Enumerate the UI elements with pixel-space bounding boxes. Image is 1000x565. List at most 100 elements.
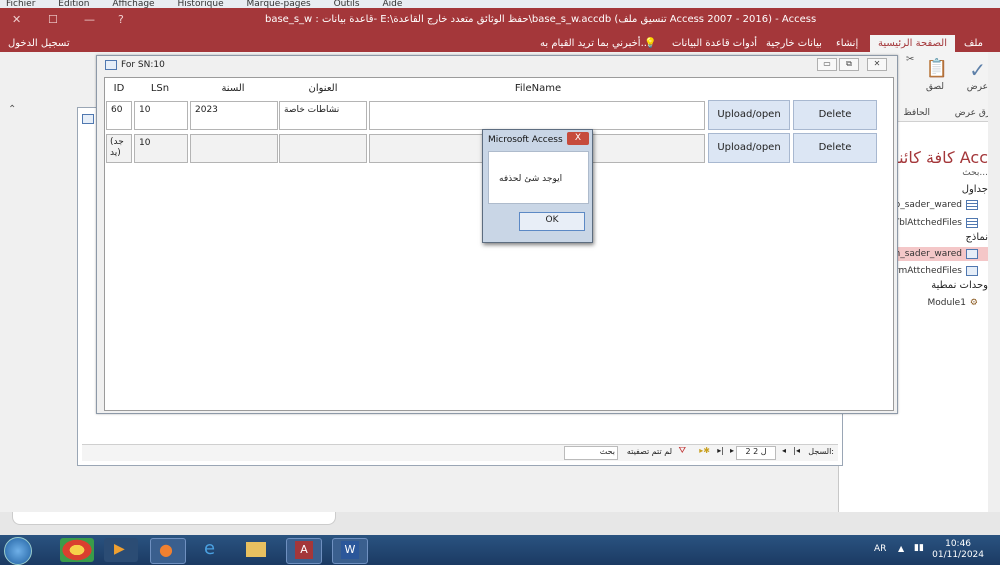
restore-icon[interactable]: ⧉ [839,58,859,71]
clipboard-group-label: الحافظ [903,108,930,118]
column-header-year: السنة [221,83,245,94]
clock-time: 10:46 [945,539,972,549]
start-button[interactable] [4,537,32,565]
column-header-id: ID [113,83,125,94]
new-record-icon[interactable]: ▸✱ [699,446,710,455]
form-title: For SN:10 [121,60,165,70]
upload-open-button[interactable]: Upload/open [708,100,790,130]
minimize-icon[interactable]: — [84,13,95,26]
nav-group-modules[interactable]: وحدات نمطية [931,280,988,291]
bg-menu-item[interactable]: Marque-pages [247,0,311,8]
media-player-icon[interactable]: ▶ [104,538,138,562]
bg-menu-item[interactable]: Affichage [112,0,154,8]
firefox-icon[interactable]: ● [150,538,186,564]
language-indicator[interactable]: AR [874,544,886,554]
cut-icon[interactable]: ✂ [906,54,914,65]
clock[interactable]: 10:46 01/11/2024 [932,539,984,561]
internet-explorer-icon[interactable]: e [196,538,230,562]
ribbon-tabs: تسجيل الدخول أخبرني بما تريد القيام به..… [0,33,1000,52]
nav-item-form[interactable]: FrmAttchedFiles [888,264,980,278]
nav-item-label: FrmAttchedFiles [890,266,962,276]
address-field[interactable] [279,134,367,163]
record-number-input[interactable]: 2 ل 2 [736,446,776,460]
nav-item-label: Module1 [927,298,966,308]
tab-file[interactable]: ملف [964,35,983,52]
maximize-icon[interactable]: ☐ [48,13,58,26]
nav-item-form[interactable]: frm_sader_wared [882,247,992,261]
nav-search-input[interactable]: بحث... [962,168,988,178]
column-header-filename: FileName [514,83,562,94]
bg-menu-item[interactable]: Historique [177,0,223,8]
id-field[interactable]: 60 [106,101,132,130]
nav-group-tables[interactable]: جداول [962,184,988,195]
nav-group-forms[interactable]: نماذج [965,232,988,243]
collapse-chevron-icon[interactable]: ⌃ [8,104,16,115]
background-menu-bar: Fichier Edition Affichage Historique Mar… [0,0,1000,8]
tab-external-data[interactable]: بيانات خارجية [766,35,822,52]
bg-menu-item[interactable]: Aide [382,0,402,8]
record-label: السجل: [808,447,834,456]
tab-database-tools[interactable]: أدوات قاعدة البيانات [672,35,757,52]
bg-menu-item[interactable]: Edition [58,0,89,8]
tab-create[interactable]: إنشاء [836,35,858,52]
nav-item-table[interactable]: TblAttchedFiles [892,216,980,230]
year-field[interactable]: 2023 [190,101,278,130]
form-icon [105,60,117,70]
word-icon[interactable]: W [332,538,368,564]
lsn-field[interactable]: 10 [134,101,188,130]
paste-icon[interactable]: 📋 [926,58,948,79]
file-explorer-icon[interactable] [240,538,274,562]
id-field[interactable]: (جد يد) [106,134,132,163]
no-filter-icon[interactable]: ⛛ [678,446,686,456]
table-icon [966,218,978,228]
year-field[interactable] [190,134,278,163]
clock-date: 01/11/2024 [932,550,984,560]
form-icon [966,249,978,259]
message-text: ايوجد شئ لحذفه [499,174,563,184]
delete-button[interactable]: Delete [793,100,877,130]
vertical-scrollbar[interactable] [988,52,1000,512]
minimize-icon[interactable]: ▭ [817,58,837,71]
ok-button[interactable]: OK [519,212,585,231]
column-header-address: العنوان [308,83,338,94]
filter-status[interactable]: لم تتم تصفيته [627,447,672,456]
title-bar: ✕ ☐ — ? base_s_w : قاعدة بيانات- E:\حفظ … [0,8,1000,33]
close-icon[interactable]: ✕ [867,58,887,71]
help-icon[interactable]: ? [118,13,124,26]
column-header-lsn: LSn [150,83,170,94]
message-box: Microsoft Access X ايوجد شئ لحذفه OK [482,129,593,243]
lsn-field[interactable]: 10 [134,134,188,163]
nav-item-module[interactable]: Module1 ⚙ [925,296,980,310]
form-icon [82,114,94,124]
address-field[interactable]: نشاطات خاصة [279,101,367,130]
close-icon[interactable]: ✕ [12,13,21,26]
delete-button[interactable]: Delete [793,133,877,163]
last-record-icon[interactable]: ▸| [717,446,724,455]
message-panel: ايوجد شئ لحذفه [488,151,589,204]
background-panel [12,512,336,525]
taskbar: ▶ ● e A W AR ▲ ▮▮ 10:46 01/11/2024 [0,535,1000,565]
form-icon [966,266,978,276]
bg-menu-item[interactable]: Outils [334,0,360,8]
first-record-icon[interactable]: |◂ [793,446,800,455]
prev-record-icon[interactable]: ◂ [782,446,786,455]
access-icon[interactable]: A [286,538,322,564]
next-record-icon[interactable]: ▸ [730,446,734,455]
view-icon[interactable]: ✓ [969,58,986,82]
signin-link[interactable]: تسجيل الدخول [8,35,70,52]
tray-arrow-icon[interactable]: ▲ [898,544,904,553]
close-button[interactable]: X [567,132,589,145]
lightbulb-icon: 💡 [644,38,657,49]
view-button[interactable]: عرض [967,82,988,92]
upload-open-button[interactable]: Upload/open [708,133,790,163]
tab-home[interactable]: الصفحة الرئيسية [870,35,955,52]
tell-me-box[interactable]: أخبرني بما تريد القيام به... [540,35,650,52]
form-detail: ID LSn السنة العنوان FileName 60 10 2023… [104,77,894,411]
search-box[interactable]: بحث [564,446,618,460]
paste-button[interactable]: لصق [926,82,944,92]
chrome-icon[interactable] [60,538,94,562]
filename-field[interactable] [369,101,705,130]
network-icon[interactable]: ▮▮ [914,543,924,553]
bg-menu-item[interactable]: Fichier [6,0,35,8]
window-title: base_s_w : قاعدة بيانات- E:\حفظ الوثائق … [265,14,817,25]
